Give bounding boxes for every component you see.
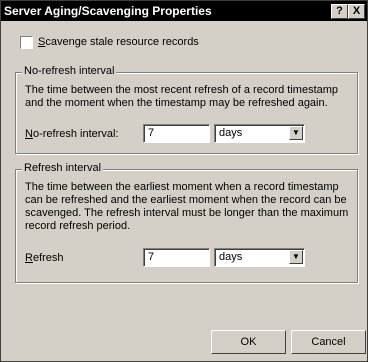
refresh-legend: Refresh interval	[22, 162, 104, 174]
close-button[interactable]: X	[348, 4, 365, 19]
no-refresh-group: No-refresh interval The time between the…	[15, 65, 358, 154]
help-button[interactable]: ?	[331, 4, 348, 19]
chevron-down-icon[interactable]: ▼	[289, 250, 303, 264]
refresh-value: 7	[148, 251, 155, 263]
chevron-down-icon[interactable]: ▼	[289, 126, 303, 140]
scavenge-checkbox[interactable]	[20, 36, 33, 49]
scavenge-label[interactable]: Scavenge stale resource records	[38, 36, 199, 48]
no-refresh-unit-select[interactable]: days ▼	[214, 124, 305, 143]
refresh-description: The time between the earliest moment whe…	[25, 181, 349, 232]
window-title: Server Aging/Scavenging Properties	[4, 4, 212, 18]
no-refresh-description: The time between the most recent refresh…	[25, 84, 339, 109]
no-refresh-value: 7	[148, 127, 155, 139]
ok-button[interactable]: OK	[211, 330, 286, 354]
refresh-field-label: Refresh	[25, 252, 64, 264]
refresh-group: Refresh interval The time between the ea…	[15, 162, 358, 283]
refresh-value-input[interactable]: 7	[143, 248, 210, 267]
refresh-unit: days	[219, 251, 243, 263]
cancel-button[interactable]: Cancel	[291, 330, 366, 354]
refresh-unit-select[interactable]: days ▼	[214, 248, 305, 267]
no-refresh-value-input[interactable]: 7	[143, 124, 210, 143]
no-refresh-unit: days	[219, 127, 243, 139]
dialog-window: Server Aging/Scavenging Properties ? X S…	[0, 0, 368, 362]
title-bar[interactable]: Server Aging/Scavenging Properties ? X	[1, 1, 367, 21]
no-refresh-field-label: No-refresh interval:	[25, 128, 119, 140]
no-refresh-legend: No-refresh interval	[22, 65, 117, 77]
